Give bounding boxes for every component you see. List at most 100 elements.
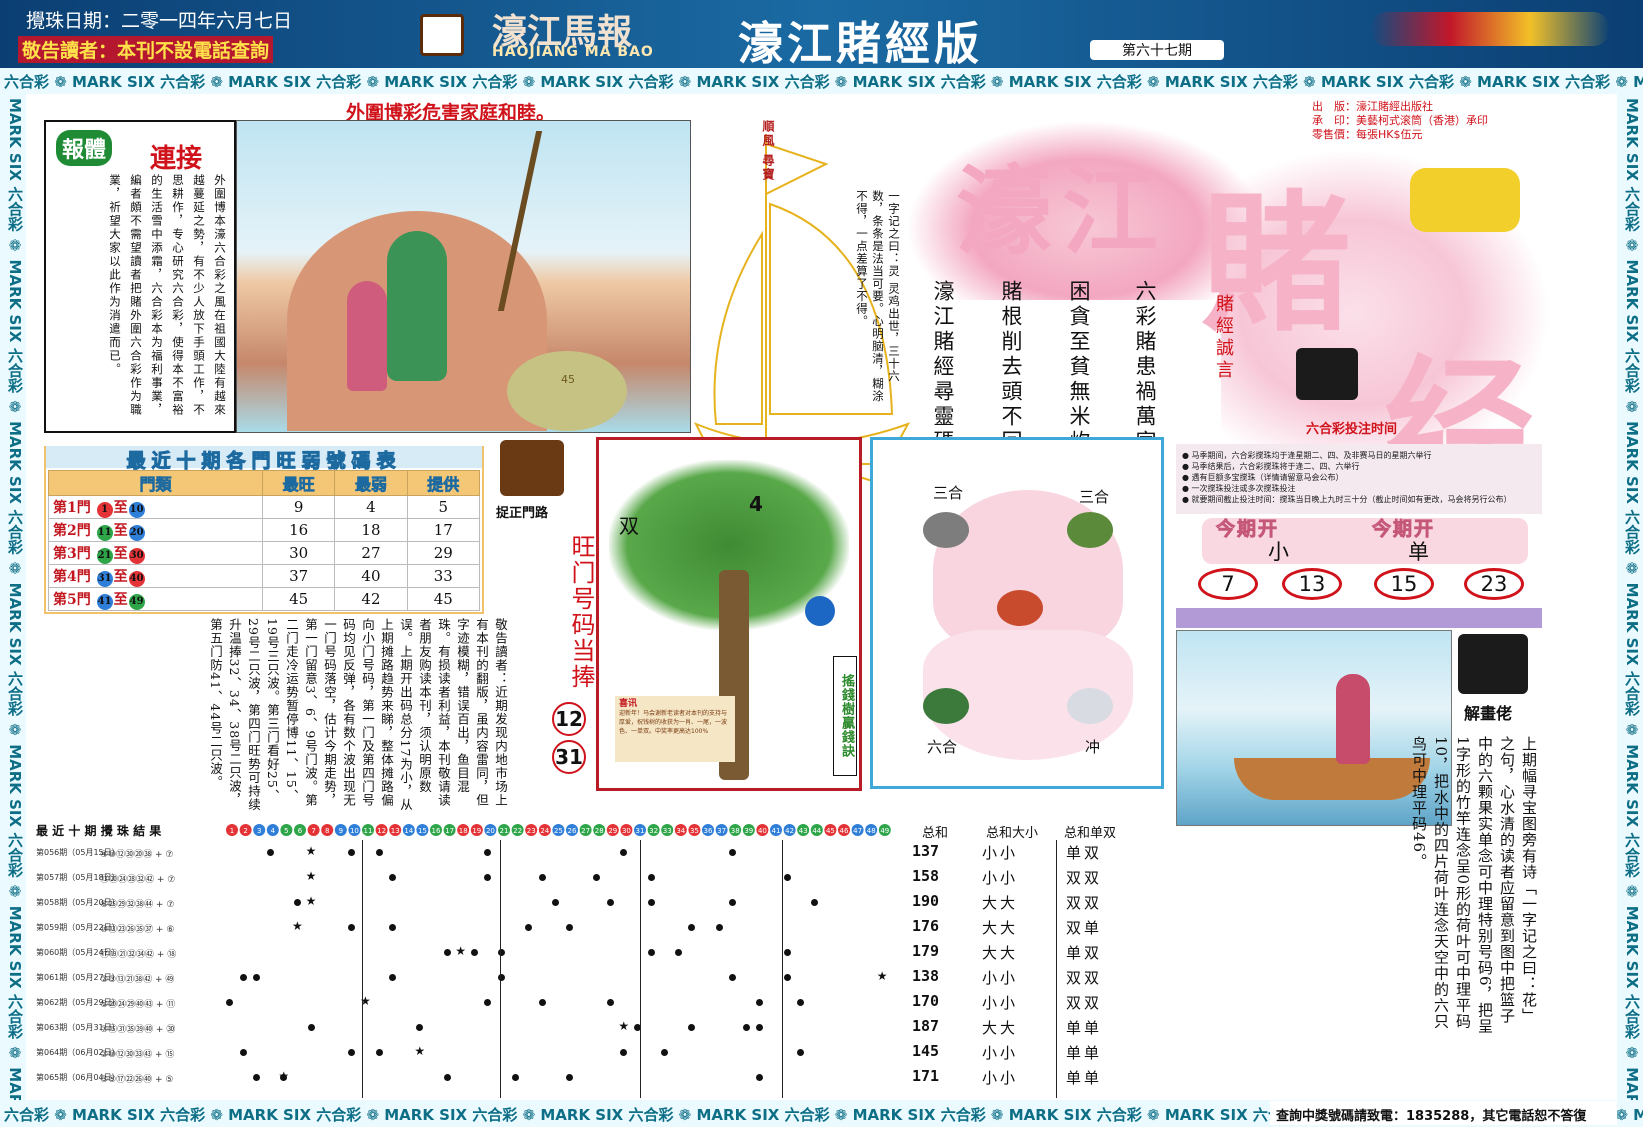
number-ball-label: 34 [676, 827, 685, 835]
ox-icon [923, 512, 969, 548]
lottery-balls-icon [1410, 168, 1520, 232]
analysis-text: 敬告讀者：近期发现内地市场上有本刊的翻版，虽内容雷同，但字迹模糊，错误百出，鱼目… [208, 618, 508, 812]
number-ball-label: 26 [568, 827, 577, 835]
special-number-star: ★ [305, 844, 317, 858]
number-ball-label: 41 [772, 827, 781, 835]
ball-from: 31 [96, 570, 113, 587]
hot-code-number: 31 [552, 740, 586, 774]
number-ball-label: 11 [364, 827, 373, 835]
number-ball-label: 2 [243, 827, 247, 835]
result-label: 第059期（05月22日） [36, 923, 120, 932]
drawn-number-dot [294, 899, 301, 906]
proverb-column-1: 六彩賭患禍萬家 [1133, 280, 1157, 455]
cold-cell: 42 [334, 587, 408, 611]
reader-notice: 敬告讀者：本刊不設電話查詢 [18, 36, 274, 63]
drawn-number-dot [783, 874, 791, 881]
number-ball-label: 9 [339, 827, 343, 835]
number-ball-label: 19 [472, 827, 481, 835]
result-row: 第060期（05月24日） ⑰⑲㉑㉜㉞㊷ + ⑱ ★ [36, 942, 926, 964]
drawn-number-dot [606, 999, 614, 1006]
result-label: 第065期（06月04日） [36, 1073, 120, 1082]
drawn-number-dot [593, 874, 601, 881]
number-ball-label: 3 [257, 827, 261, 835]
number-ball-label: 37 [717, 827, 726, 835]
number-ball-label: 33 [663, 827, 672, 835]
drawn-number-dot [797, 1049, 805, 1056]
money-tree-box: 双 4 搖錢樹贏錢訣 喜讯 迎新年！马会谢新老读者对本刊的支持与厚爱，祝钱树的收… [596, 437, 862, 791]
result-row: 第059期（05月22日） ⑩⑬㉓㉖㉟㊲ + ⑥ ★ [36, 917, 926, 939]
drawn-number-dot [647, 949, 655, 956]
drawn-number-dot [484, 999, 492, 1006]
result-numbers: ③⑤⑰㉒㉖㊵ + ⑤ [100, 1075, 174, 1085]
sum-value: 145 [912, 1042, 940, 1060]
range-sep: 至 [113, 522, 128, 539]
drawn-number-dot [239, 1049, 247, 1056]
fisherman-figure [387, 231, 447, 381]
drawn-number-dot [348, 849, 356, 856]
door-label: 第1門 [53, 499, 91, 516]
sum-value: 179 [912, 942, 940, 960]
door-label: 第5門 [53, 591, 91, 608]
drawn-number-dot [756, 1024, 764, 1031]
drawn-number-dot [783, 949, 791, 956]
result-label: 第057期（05月18日） [36, 873, 120, 882]
drawn-number-dot [375, 1049, 383, 1056]
zodiac-label: 六合 [927, 738, 958, 756]
slip-text: 迎新年！马会谢新老读者对本刊的支持与厚爱，祝钱树的收获为一肖、一尾，一波色、一单… [619, 710, 728, 735]
cold-cell: 27 [334, 541, 408, 565]
result-numbers: ①⑳㉔㉙㊵㊸ + ⑪ [100, 1000, 176, 1010]
drawn-number-dot [266, 849, 274, 856]
drawn-number-dot [674, 949, 682, 956]
sum-value: 138 [912, 967, 940, 985]
tree-number: 4 [749, 492, 763, 516]
drawn-number-dot [253, 974, 261, 981]
number-ball-label: 43 [799, 827, 808, 835]
number-ball-label: 27 [581, 827, 590, 835]
size-value: 小小 [982, 844, 1019, 862]
drawn-number-dot [620, 849, 628, 856]
divider-bar [1176, 608, 1542, 628]
publisher-info: 出 版：濠江賭經出版社 承 印：美藝柯式滚筒（香港）承印 零售價：每張HK$伍元 [1312, 100, 1488, 141]
table-row: 第2門 11 至 20 16 18 17 [48, 518, 481, 542]
number-ball-label: 1 [230, 827, 234, 835]
sum-value: 158 [912, 867, 940, 885]
special-number-star: ★ [618, 1019, 630, 1033]
result-numbers: ④⑩⑫㉚⑳㊳ + ⑦ [100, 850, 174, 860]
parity-value: 单单 [1066, 1019, 1103, 1037]
number-ball-label: 20 [486, 827, 495, 835]
table-row: 第1門 1 至 10 9 4 5 [48, 495, 481, 519]
sum-value: 137 [912, 842, 940, 860]
parity-value: 双双 [1066, 969, 1103, 987]
bet-time-text: ● 马季期间，六合彩搅珠均于逢星期二、四、及非赛马日的星期六举行 ● 马季结果后… [1176, 444, 1542, 514]
editorial-badge-link: 連接 [150, 144, 203, 174]
result-row: 第064期（06月02日） ②⑩⑫㉚㉝㊸ + ⑮ ★ [36, 1042, 926, 1064]
offer-cell: 45 [406, 587, 481, 611]
result-row: 第057期（05月18日） ⑬⑳㉔㉘㉜㊷ + ⑦ ★ [36, 867, 926, 889]
hot-cell: 37 [261, 564, 336, 588]
number-ball-label: 35 [690, 827, 699, 835]
editorial-text: 外圍博本濠六合彩之風在祖國大陸有越來越蔓延之勢，有不少人放下手頭工作，不思耕作，… [108, 174, 227, 417]
drawn-number-dot [511, 1074, 519, 1081]
open-number: 13 [1282, 568, 1342, 600]
bet-time-title: 六合彩投注时间 [1306, 422, 1398, 437]
drawn-number-dot [742, 1024, 750, 1031]
ball-from: 1 [96, 501, 113, 518]
open-number: 23 [1464, 568, 1524, 600]
sum-value: 187 [912, 1017, 940, 1035]
number-ball-label: 14 [404, 827, 413, 835]
zodiac-label: 三合 [933, 484, 964, 502]
drawn-number-dot [484, 874, 492, 881]
open-number: 15 [1374, 568, 1434, 600]
ball-to: 30 [128, 547, 145, 564]
open-parity-value: 单 [1408, 540, 1429, 564]
drawn-number-dot [729, 899, 737, 906]
result-row: 第056期（05月15日） ④⑩⑫㉚⑳㊳ + ⑦ ★ [36, 842, 926, 864]
drawn-number-dot [470, 949, 478, 956]
drawn-number-dot [647, 899, 655, 906]
range-sep: 至 [113, 499, 128, 516]
number-ball-label: 10 [350, 827, 359, 835]
drawn-number-dot [810, 899, 818, 906]
drawn-number-dot [389, 924, 397, 931]
sum-value: 171 [912, 1067, 940, 1085]
number-ball-label: 38 [731, 827, 740, 835]
